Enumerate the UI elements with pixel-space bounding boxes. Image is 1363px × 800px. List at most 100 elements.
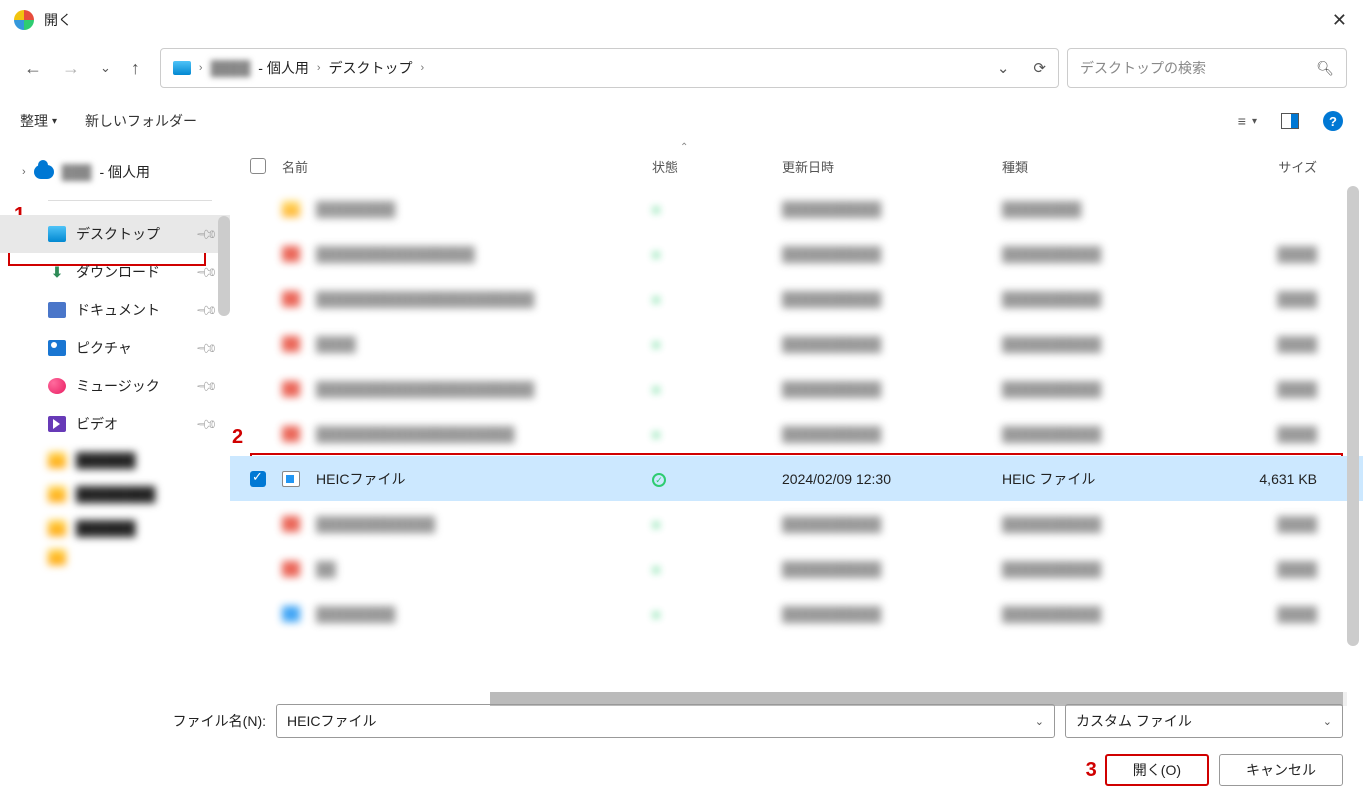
synced-icon: ✓ (652, 473, 666, 487)
separator (48, 200, 212, 201)
column-size[interactable]: サイズ (1197, 157, 1317, 176)
cloud-icon (34, 165, 54, 179)
refresh-icon[interactable]: ⟳ (1033, 59, 1046, 77)
sidebar-item-label: デスクトップ (76, 224, 160, 244)
sidebar-item-folder[interactable] (0, 545, 230, 574)
sidebar-item-folder[interactable]: ██████ (0, 511, 230, 545)
column-headers: 名前 状態 更新日時 種類 サイズ (230, 146, 1363, 186)
file-state-cell: ✓ (652, 470, 782, 488)
sidebar-item-folder[interactable]: ████████ (0, 477, 230, 511)
pin-icon[interactable]: 📌︎ (195, 222, 220, 247)
organize-button[interactable]: 整理 ▾ (20, 111, 57, 131)
column-state[interactable]: 状態 (652, 157, 782, 176)
chevron-down-icon: ▾ (52, 116, 57, 127)
video-icon (48, 416, 66, 432)
sidebar-item-music[interactable]: ミュージック 📌︎ (0, 367, 230, 405)
sidebar-item-folder[interactable]: ██████ (0, 443, 230, 477)
search-input[interactable]: デスクトップの検索 🔍︎ (1067, 48, 1347, 88)
close-icon[interactable]: ✕ (1332, 10, 1347, 31)
pin-icon[interactable]: 📌︎ (195, 336, 220, 361)
forward-icon[interactable]: → (62, 58, 80, 79)
navigation-row: ← → ⌄ ↑ › ████ - 個人用 › デスクトップ › ⌄ ⟳ デスクト… (0, 40, 1363, 96)
sidebar-item-pictures[interactable]: ピクチャ 📌︎ (0, 329, 230, 367)
search-placeholder: デスクトップの検索 (1080, 58, 1206, 78)
view-mode-button[interactable]: ≡ ▾ (1238, 113, 1257, 129)
footer: ファイル名(N): HEICファイル ⌄ カスタム ファイル ⌄ 3 開く(O)… (0, 692, 1363, 800)
recent-dropdown-icon[interactable]: ⌄ (100, 60, 111, 76)
annotation-2: 2 (232, 426, 243, 449)
onedrive-item[interactable]: › ███ - 個人用 (0, 156, 230, 188)
pin-icon[interactable]: 📌︎ (195, 260, 220, 285)
open-button[interactable]: 開く(O) (1105, 754, 1209, 786)
file-type-cell: HEIC ファイル (1002, 469, 1197, 489)
desktop-icon (48, 226, 66, 242)
row-checkbox[interactable] (250, 471, 266, 487)
title-bar: 開く ✕ (0, 0, 1363, 40)
breadcrumb-desktop[interactable]: デスクトップ (329, 58, 413, 78)
onedrive-label: - 個人用 (99, 162, 150, 182)
pictures-icon (48, 340, 66, 356)
cancel-button[interactable]: キャンセル (1219, 754, 1343, 786)
breadcrumb-user[interactable]: ████ (211, 60, 251, 76)
sidebar-item-label: ビデオ (76, 414, 118, 434)
filename-label: ファイル名(N): (20, 711, 266, 731)
pin-icon[interactable]: 📌︎ (195, 412, 220, 437)
sidebar-item-label: ピクチャ (76, 338, 132, 358)
chevron-down-icon[interactable]: ⌄ (1035, 715, 1044, 728)
column-name[interactable]: 名前 (282, 157, 652, 176)
column-type[interactable]: 種類 (1002, 157, 1197, 176)
file-size-cell: 4,631 KB (1197, 471, 1317, 487)
sidebar-item-documents[interactable]: ドキュメント 📌︎ (0, 291, 230, 329)
folder-icon (48, 520, 66, 536)
filetype-select[interactable]: カスタム ファイル ⌄ (1065, 704, 1343, 738)
chevron-right-icon[interactable]: › (22, 166, 26, 178)
file-row[interactable]: ████████●████████████████████████ (230, 591, 1363, 636)
sidebar-item-label: ダウンロード (76, 262, 160, 282)
document-icon (48, 302, 66, 318)
address-dropdown-icon[interactable]: ⌄ (997, 59, 1010, 77)
file-row[interactable]: ████████●██████████████████ (230, 186, 1363, 231)
sidebar-item-downloads[interactable]: ⬇ ダウンロード 📌︎ (0, 253, 230, 291)
pin-icon[interactable]: 📌︎ (195, 374, 220, 399)
vertical-scrollbar[interactable] (1347, 186, 1359, 646)
chevron-right-icon: › (199, 62, 203, 74)
file-row[interactable]: ████████████████●███████████████████████… (230, 231, 1363, 276)
file-row[interactable]: ████████████●████████████████████████ (230, 501, 1363, 546)
pin-icon[interactable]: 📌︎ (195, 298, 220, 323)
folder-icon (48, 486, 66, 502)
new-folder-button[interactable]: 新しいフォルダー (85, 111, 197, 131)
column-date[interactable]: 更新日時 (782, 157, 1002, 176)
folder-icon (48, 549, 66, 565)
file-row[interactable]: ██████████████████████●█████████████████… (230, 366, 1363, 411)
file-row[interactable]: ████●████████████████████████ (230, 321, 1363, 366)
chevron-down-icon[interactable]: ⌄ (1323, 715, 1332, 728)
search-icon: 🔍︎ (1316, 60, 1334, 77)
sidebar-item-videos[interactable]: ビデオ 📌︎ (0, 405, 230, 443)
toolbar: 整理 ▾ 新しいフォルダー ≡ ▾ ? (0, 96, 1363, 146)
select-all-checkbox[interactable] (250, 158, 266, 174)
file-name-cell: HEICファイル (282, 469, 652, 489)
file-date-cell: 2024/02/09 12:30 (782, 471, 1002, 487)
help-icon[interactable]: ? (1323, 111, 1343, 131)
breadcrumb-personal[interactable]: - 個人用 (258, 58, 309, 78)
preview-pane-button[interactable] (1281, 113, 1299, 129)
main-area: › ███ - 個人用 1 デスクトップ 📌︎ ⬇ ダウンロード 📌︎ ドキュメ… (0, 146, 1363, 706)
file-row[interactable]: ████████████████████●███████████████████… (230, 411, 1363, 456)
chevron-down-icon: ▾ (1252, 116, 1257, 127)
file-list: ⌃ 名前 状態 更新日時 種類 サイズ ████████●███████████… (230, 146, 1363, 706)
window-title: 開く (44, 10, 72, 30)
music-icon (48, 378, 66, 394)
chevron-right-icon: › (421, 62, 425, 74)
file-row[interactable]: ██████████████████████●█████████████████… (230, 276, 1363, 321)
file-row-selected[interactable]: HEICファイル ✓ 2024/02/09 12:30 HEIC ファイル 4,… (230, 456, 1363, 501)
sidebar-scrollbar[interactable] (218, 216, 230, 316)
nav-buttons: ← → ⌄ ↑ (16, 58, 140, 79)
sidebar-item-desktop[interactable]: デスクトップ 📌︎ (0, 215, 230, 253)
filename-input[interactable]: HEICファイル ⌄ (276, 704, 1055, 738)
file-row[interactable]: ██●████████████████████████ (230, 546, 1363, 591)
back-icon[interactable]: ← (24, 58, 42, 79)
up-icon[interactable]: ↑ (131, 58, 140, 79)
address-bar[interactable]: › ████ - 個人用 › デスクトップ › ⌄ ⟳ (160, 48, 1059, 88)
sort-indicator-icon: ⌃ (680, 142, 688, 153)
list-icon: ≡ (1238, 113, 1246, 129)
